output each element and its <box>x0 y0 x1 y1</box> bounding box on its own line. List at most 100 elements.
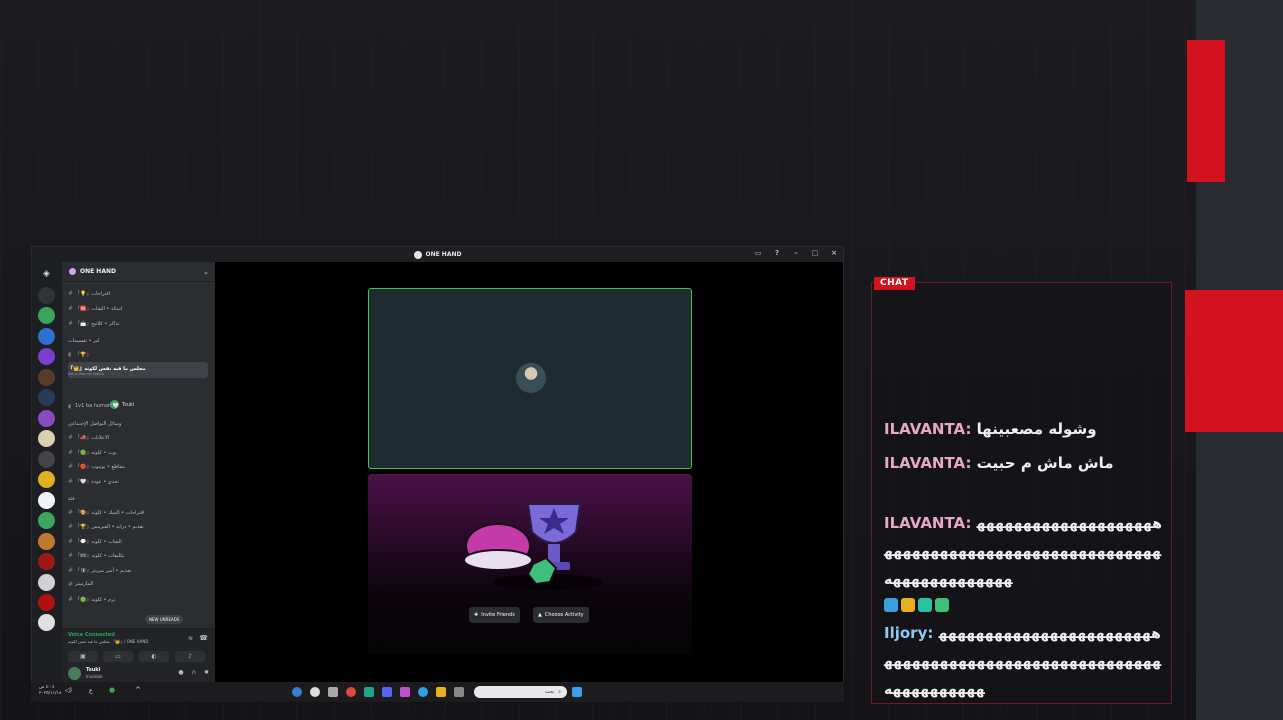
avatar <box>516 363 546 393</box>
server-icon[interactable] <box>38 410 55 427</box>
speaker-icon: ◖ <box>68 402 72 410</box>
server-icon[interactable] <box>38 451 55 468</box>
screen-share-button[interactable]: ▭ <box>103 651 133 662</box>
server-icon[interactable] <box>38 471 55 488</box>
microphone-icon[interactable]: ● <box>109 686 115 694</box>
taskbar-search-input[interactable]: بحث ⌕ <box>474 686 567 698</box>
hash-icon: # <box>68 508 74 516</box>
clock[interactable]: ٤:٠٤ ص ٢٠٢٥/١١/١٨ <box>39 685 61 697</box>
app-icon[interactable] <box>400 687 410 697</box>
user-name: Tsuki <box>86 667 101 673</box>
text-channel[interactable]: # 『🔴』مقاطع • يوتيوب <box>68 460 208 472</box>
participant-tile[interactable] <box>368 288 692 469</box>
voice-channel[interactable]: ◖ 『🏆』 <box>68 348 208 360</box>
headphones-icon[interactable]: ∩ <box>192 669 196 676</box>
app-icon[interactable] <box>364 687 374 697</box>
server-name: ONE HAND <box>80 268 116 275</box>
discord-icon[interactable] <box>382 687 392 697</box>
windows-start-icon[interactable] <box>572 687 582 697</box>
minimize-button[interactable]: – <box>791 249 801 257</box>
text-channel[interactable]: # 『💡』اقتراحات <box>68 287 208 299</box>
text-channel[interactable]: # 『📣』الاعلانات <box>68 431 208 443</box>
maximize-button[interactable]: □ <box>810 249 820 257</box>
app-icon[interactable] <box>454 687 464 697</box>
server-icon[interactable] <box>38 553 55 570</box>
file-explorer-icon[interactable] <box>436 687 446 697</box>
server-icon[interactable] <box>38 348 55 365</box>
chrome-icon[interactable] <box>346 687 356 697</box>
disconnect-icon[interactable]: ☎ <box>199 634 208 642</box>
server-list: ◈ <box>32 262 62 683</box>
hash-icon: # <box>68 477 74 485</box>
rocket-icon: ▲ <box>538 612 542 618</box>
gear-icon[interactable]: ✹ <box>204 669 209 676</box>
activity-button[interactable]: ◐ <box>139 651 169 662</box>
channel-category[interactable]: كير • تقسيمات <box>68 335 208 347</box>
hash-icon: # <box>68 433 74 441</box>
server-icon[interactable] <box>38 389 55 406</box>
text-channel[interactable]: # 『🏆』تقديم • درايه • الفيرمس <box>68 520 208 532</box>
volume-icon[interactable]: ◁) <box>65 687 72 694</box>
text-channel[interactable]: # 『💬』الشات • كلونه <box>68 535 208 547</box>
server-icon[interactable] <box>38 614 55 631</box>
server-icon[interactable] <box>38 594 55 611</box>
server-icon[interactable] <box>38 492 55 509</box>
add-user-icon: ✚ <box>474 612 479 618</box>
server-icon[interactable] <box>38 328 55 345</box>
hash-icon: # <box>68 462 74 470</box>
server-icon[interactable] <box>38 307 55 324</box>
user-badges <box>884 598 949 612</box>
soundboard-button[interactable]: ♪ <box>175 651 205 662</box>
avatar[interactable] <box>68 667 81 680</box>
text-channel[interactable]: # 『🤍』تحدي • عوده <box>68 475 208 487</box>
channel-category[interactable]: فئة <box>68 493 208 505</box>
discord-home-icon[interactable]: ◈ <box>38 266 55 283</box>
voice-channel[interactable]: ◖ 1v1 ba human 🤍 <box>68 400 208 412</box>
help-icon[interactable]: ? <box>772 249 782 257</box>
close-button[interactable]: × <box>829 249 839 257</box>
app-icon[interactable] <box>292 687 302 697</box>
hash-icon: # <box>68 304 74 312</box>
invite-friends-button[interactable]: ✚ Invite Friends <box>469 607 520 623</box>
text-channel[interactable]: # 『📩』تذاكر • كلاتيح <box>68 317 208 329</box>
voice-channel-active[interactable]: 『👑』مجلس ما فيه نفس لكونه Set a channel s… <box>68 362 208 378</box>
channel-category[interactable]: وسائل التواصل الإجتماعي <box>68 418 208 430</box>
text-channel[interactable]: # 『🟢』بوت • كلونه <box>68 446 208 458</box>
window-titlebar: ONE HAND ▭ ? – □ × <box>32 247 843 262</box>
text-channel[interactable]: # 『🎟』تكليفات • كلونه <box>68 549 208 561</box>
language-indicator[interactable]: ع <box>89 687 93 694</box>
text-channel[interactable]: # 『🆘』اسئلة • الشات <box>68 302 208 314</box>
video-button[interactable]: ▣ <box>68 651 98 662</box>
text-channel[interactable]: # المارميتر <box>68 578 208 590</box>
server-icon[interactable] <box>38 533 55 550</box>
os-taskbar: ٤:٠٤ ص ٢٠٢٥/١١/١٨ ◁) ع ● ^ بحث ⌕ <box>31 682 844 702</box>
chat-message: ILAVANTA: ماش ماش م حبيت <box>884 454 1114 472</box>
microphone-icon[interactable]: ● <box>178 669 183 676</box>
set-channel-status[interactable]: Set a channel status <box>68 372 104 376</box>
app-icon[interactable] <box>328 687 338 697</box>
activity-illustration <box>463 503 603 590</box>
chevron-down-icon: ⌄ <box>203 268 209 276</box>
hash-icon: # <box>68 289 74 297</box>
app-icon[interactable] <box>310 687 320 697</box>
server-icon[interactable] <box>38 287 55 304</box>
noise-suppression-icon[interactable]: ≋ <box>188 635 193 642</box>
edge-icon[interactable] <box>418 687 428 697</box>
server-icon[interactable] <box>38 512 55 529</box>
user-panel: Tsuki Invisible ● ∩ ✹ <box>62 664 215 683</box>
new-unreads-pill[interactable]: NEW UNREADS <box>145 615 184 624</box>
server-icon[interactable] <box>38 574 55 591</box>
text-channel[interactable]: # 『🟢』ترم • كلونه <box>68 593 208 605</box>
text-channel[interactable]: # 『🎨』اقتراحات • الميك • كلونه <box>68 506 208 518</box>
activity-tile: ✚ Invite Friends ▲ Choose Activity <box>368 474 692 655</box>
voice-channel-path[interactable]: مجلس ما فيه نفس لكونه 『👑』/ ONE HAND <box>68 639 149 645</box>
hash-icon: # <box>68 580 74 588</box>
server-icon[interactable] <box>38 369 55 386</box>
server-icon[interactable] <box>38 430 55 447</box>
text-channel[interactable]: # 『🛡』تقديم • أمير سريتر <box>68 564 208 576</box>
inbox-icon[interactable]: ▭ <box>753 249 763 257</box>
server-header[interactable]: ONE HAND ⌄ <box>62 262 215 282</box>
chat-message: ILAVANTA: هههههههههههههههههههههههههههههه… <box>884 514 1162 588</box>
chevron-up-icon[interactable]: ^ <box>135 686 141 694</box>
choose-activity-button[interactable]: ▲ Choose Activity <box>533 607 589 623</box>
